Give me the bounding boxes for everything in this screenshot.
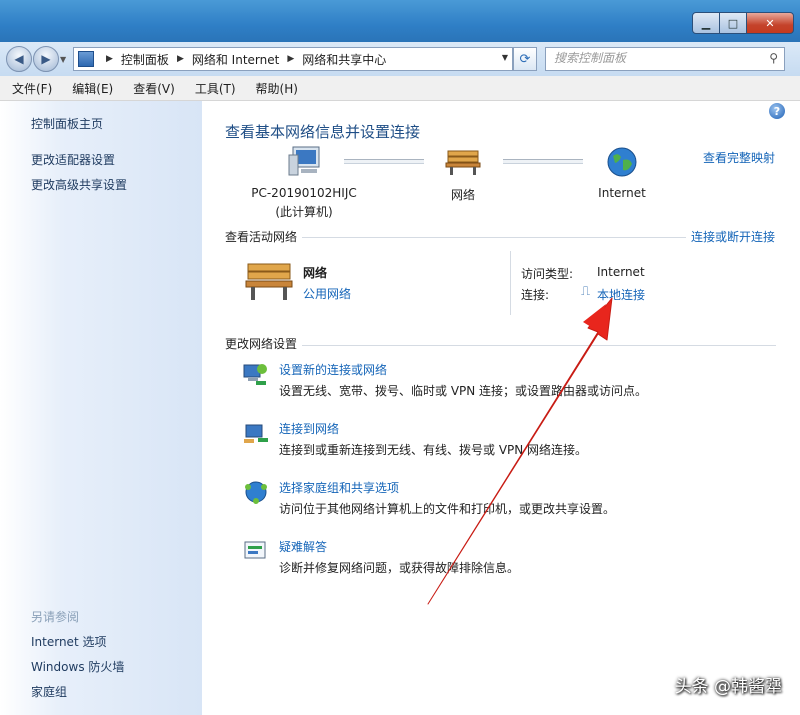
sidebar: 控制面板主页 更改适配器设置 更改高级共享设置 另请参阅 Internet 选项… [0, 101, 202, 715]
forward-button[interactable]: ▶ [33, 46, 59, 72]
change-settings-header: 更改网络设置 [225, 337, 298, 351]
active-networks-header: 查看活动网络 [225, 230, 298, 244]
sidebar-control-panel-home[interactable]: 控制面板主页 [31, 115, 103, 132]
access-type-label: 访问类型: [521, 267, 574, 281]
close-button[interactable]: ✕ [746, 12, 794, 34]
connection-label: 连接: [521, 288, 550, 302]
local-connection-link[interactable]: 本地连接 [597, 286, 645, 303]
back-button[interactable]: ◀ [6, 46, 32, 72]
breadcrumb-control-panel[interactable]: 控制面板 [121, 51, 169, 68]
sidebar-change-adapter-settings[interactable]: 更改适配器设置 [31, 151, 115, 168]
connection-line [344, 159, 424, 164]
sidebar-internet-options[interactable]: Internet 选项 [31, 633, 106, 650]
bench-network-icon[interactable] [445, 149, 481, 175]
view-full-map-link[interactable]: 查看完整映射 [703, 149, 775, 166]
sidebar-windows-firewall[interactable]: Windows 防火墙 [31, 658, 124, 675]
address-bar[interactable]: ▶ 控制面板 ▶ 网络和 Internet ▶ 网络和共享中心 ▼ [73, 47, 513, 71]
search-input[interactable] [546, 48, 754, 68]
task-title[interactable]: 疑难解答 [279, 538, 327, 555]
connect-network-icon [244, 424, 268, 443]
homegroup-icon [245, 481, 267, 504]
task-description: 连接到或重新连接到无线、有线、拨号或 VPN 网络连接。 [279, 443, 588, 457]
globe-icon[interactable] [606, 146, 638, 178]
section-divider [302, 345, 776, 346]
task-description: 诊断并修复网络问题，或获得故障排除信息。 [279, 561, 520, 575]
menu-view[interactable]: 查看(V) [125, 80, 183, 97]
network-node-label: 网络 [450, 188, 475, 202]
watermark: 头条 @韩酱犟 [674, 677, 782, 697]
title-bar: ▁ □ ✕ [0, 0, 800, 42]
sidebar-change-advanced-sharing[interactable]: 更改高级共享设置 [31, 176, 127, 193]
computer-icon[interactable] [287, 145, 323, 177]
address-dropdown-icon[interactable]: ▼ [502, 53, 508, 62]
search-box: ⚲ [545, 47, 785, 71]
bench-network-icon [245, 263, 293, 300]
control-panel-icon [78, 51, 94, 67]
section-divider [302, 237, 686, 238]
main-content: ? 查看基本网络信息并设置连接 查看完整映射 PC-20190102HIJC (… [202, 101, 800, 715]
task-title[interactable]: 选择家庭组和共享选项 [279, 479, 399, 496]
internet-node-label: Internet [598, 186, 646, 200]
troubleshoot-icon [244, 541, 266, 559]
chevron-right-icon[interactable]: ▶ [177, 54, 184, 64]
setup-connection-icon [243, 364, 267, 385]
menu-tools[interactable]: 工具(T) [187, 80, 244, 97]
menu-file[interactable]: 文件(F) [4, 80, 60, 97]
chevron-right-icon[interactable]: ▶ [287, 54, 294, 64]
active-network-name: 网络 [303, 266, 328, 280]
task-description: 访问位于其他网络计算机上的文件和打印机，或更改共享设置。 [279, 502, 616, 516]
ethernet-icon: ⎍ [581, 284, 591, 299]
sidebar-homegroup[interactable]: 家庭组 [31, 683, 67, 700]
network-type-link[interactable]: 公用网络 [303, 285, 351, 302]
task-description: 设置无线、宽带、拨号、临时或 VPN 连接；或设置路由器或访问点。 [279, 384, 648, 398]
task-title[interactable]: 设置新的连接或网络 [279, 361, 387, 378]
this-computer-label: PC-20190102HIJC (此计算机) [242, 186, 366, 220]
computer-subtitle: (此计算机) [275, 205, 333, 219]
window-controls: ▁ □ ✕ [692, 12, 794, 34]
menu-bar: 文件(F) 编辑(E) 查看(V) 工具(T) 帮助(H) [0, 76, 800, 101]
refresh-button[interactable]: ⟳ [513, 47, 537, 71]
vertical-divider [510, 251, 511, 315]
see-also-header: 另请参阅 [31, 610, 80, 624]
connect-disconnect-link[interactable]: 连接或断开连接 [691, 228, 775, 245]
menu-help[interactable]: 帮助(H) [248, 80, 306, 97]
chevron-right-icon[interactable]: ▶ [106, 54, 113, 64]
search-icon[interactable]: ⚲ [769, 51, 778, 65]
computer-name: PC-20190102HIJC [251, 186, 357, 200]
navigation-bar: ◀ ▶ ▼ ▶ 控制面板 ▶ 网络和 Internet ▶ 网络和共享中心 ▼ … [0, 42, 800, 76]
minimize-button[interactable]: ▁ [692, 12, 720, 34]
breadcrumb-network-sharing-center[interactable]: 网络和共享中心 [302, 51, 386, 68]
connection-line [503, 159, 583, 164]
help-icon[interactable]: ? [769, 103, 785, 119]
history-dropdown-icon[interactable]: ▼ [60, 55, 66, 64]
maximize-button[interactable]: □ [719, 12, 747, 34]
breadcrumb-network-internet[interactable]: 网络和 Internet [192, 51, 279, 68]
task-title[interactable]: 连接到网络 [279, 420, 339, 437]
access-type-value: Internet [597, 265, 645, 279]
menu-edit[interactable]: 编辑(E) [64, 80, 121, 97]
page-title: 查看基本网络信息并设置连接 [225, 123, 421, 141]
